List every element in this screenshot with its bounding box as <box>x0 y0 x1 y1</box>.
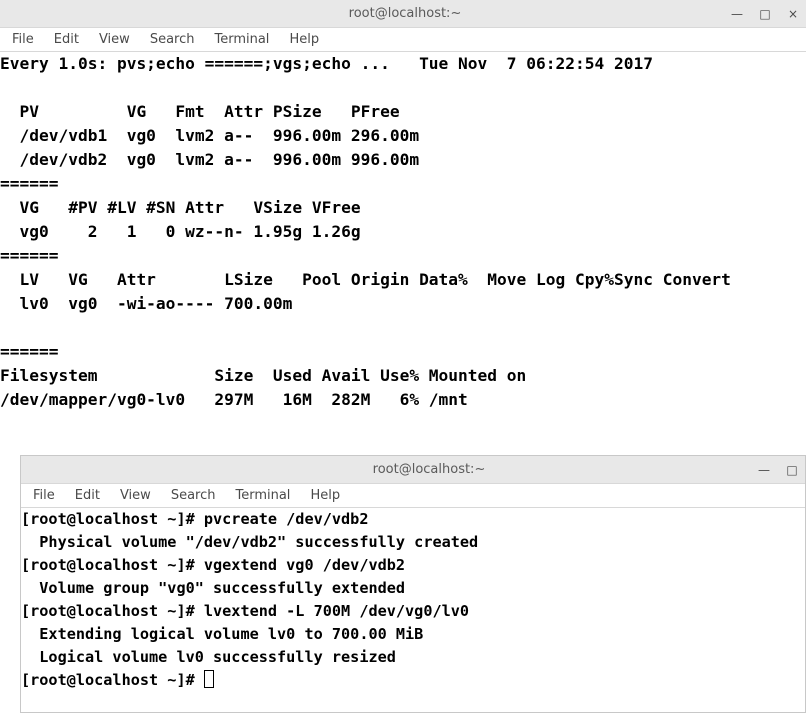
menu-edit[interactable]: Edit <box>67 486 108 505</box>
lvs-header: LV VG Attr LSize Pool Origin Data% Move … <box>0 270 731 289</box>
df-row: /dev/mapper/vg0-lv0 297M 16M 282M 6% /mn… <box>0 390 468 409</box>
titlebar-top[interactable]: root@localhost:~ — □ × <box>0 0 806 28</box>
df-header: Filesystem Size Used Avail Use% Mounted … <box>0 366 526 385</box>
shell-output: Extending logical volume lv0 to 700.00 M… <box>21 625 423 643</box>
shell-line: [root@localhost ~]# lvextend -L 700M /de… <box>21 602 469 620</box>
shell-line: [root@localhost ~]# vgextend vg0 /dev/vd… <box>21 556 405 574</box>
maximize-button[interactable]: □ <box>785 463 799 477</box>
pvs-row: /dev/vdb1 vg0 lvm2 a-- 996.00m 296.00m <box>0 126 419 145</box>
separator: ====== <box>0 246 58 265</box>
close-button[interactable]: × <box>786 7 800 21</box>
terminal-output-top[interactable]: Every 1.0s: pvs;echo ======;vgs;echo ...… <box>0 52 806 412</box>
maximize-icon: □ <box>759 7 770 21</box>
minimize-button[interactable]: — <box>757 463 771 477</box>
menubar-top: File Edit View Search Terminal Help <box>0 28 806 52</box>
minimize-icon: — <box>758 463 770 477</box>
vgs-header: VG #PV #LV #SN Attr VSize VFree <box>0 198 361 217</box>
menu-file[interactable]: File <box>25 486 63 505</box>
pvs-header: PV VG Fmt Attr PSize PFree <box>0 102 400 121</box>
separator: ====== <box>0 342 58 361</box>
watch-header: Every 1.0s: pvs;echo ======;vgs;echo ...… <box>0 54 653 73</box>
maximize-button[interactable]: □ <box>758 7 772 21</box>
menu-terminal[interactable]: Terminal <box>227 486 298 505</box>
shell-output: Logical volume lv0 successfully resized <box>21 648 396 666</box>
menu-edit[interactable]: Edit <box>46 30 87 49</box>
close-icon: × <box>788 7 798 21</box>
shell-prompt: [root@localhost ~]# <box>21 671 204 689</box>
terminal-output-bottom[interactable]: [root@localhost ~]# pvcreate /dev/vdb2 P… <box>21 508 805 692</box>
window-title-top: root@localhost:~ <box>0 6 730 21</box>
pvs-row: /dev/vdb2 vg0 lvm2 a-- 996.00m 996.00m <box>0 150 419 169</box>
maximize-icon: □ <box>786 463 797 477</box>
menu-view[interactable]: View <box>91 30 138 49</box>
window-title-bottom: root@localhost:~ <box>21 462 757 477</box>
menu-terminal[interactable]: Terminal <box>206 30 277 49</box>
titlebar-bottom[interactable]: root@localhost:~ — □ <box>21 456 805 484</box>
terminal-window-bottom: root@localhost:~ — □ File Edit View Sear… <box>20 455 806 713</box>
shell-line: [root@localhost ~]# pvcreate /dev/vdb2 <box>21 510 368 528</box>
menu-search[interactable]: Search <box>163 486 224 505</box>
window-buttons-bottom: — □ <box>757 463 799 477</box>
separator: ====== <box>0 174 58 193</box>
shell-output: Physical volume "/dev/vdb2" successfully… <box>21 533 478 551</box>
shell-output: Volume group "vg0" successfully extended <box>21 579 405 597</box>
menubar-bottom: File Edit View Search Terminal Help <box>21 484 805 508</box>
window-buttons-top: — □ × <box>730 7 800 21</box>
lvs-row: lv0 vg0 -wi-ao---- 700.00m <box>0 294 292 313</box>
menu-file[interactable]: File <box>4 30 42 49</box>
minimize-icon: — <box>731 7 743 21</box>
menu-search[interactable]: Search <box>142 30 203 49</box>
cursor-icon <box>204 670 214 688</box>
menu-help[interactable]: Help <box>281 30 327 49</box>
vgs-row: vg0 2 1 0 wz--n- 1.95g 1.26g <box>0 222 361 241</box>
menu-view[interactable]: View <box>112 486 159 505</box>
menu-help[interactable]: Help <box>302 486 348 505</box>
minimize-button[interactable]: — <box>730 7 744 21</box>
